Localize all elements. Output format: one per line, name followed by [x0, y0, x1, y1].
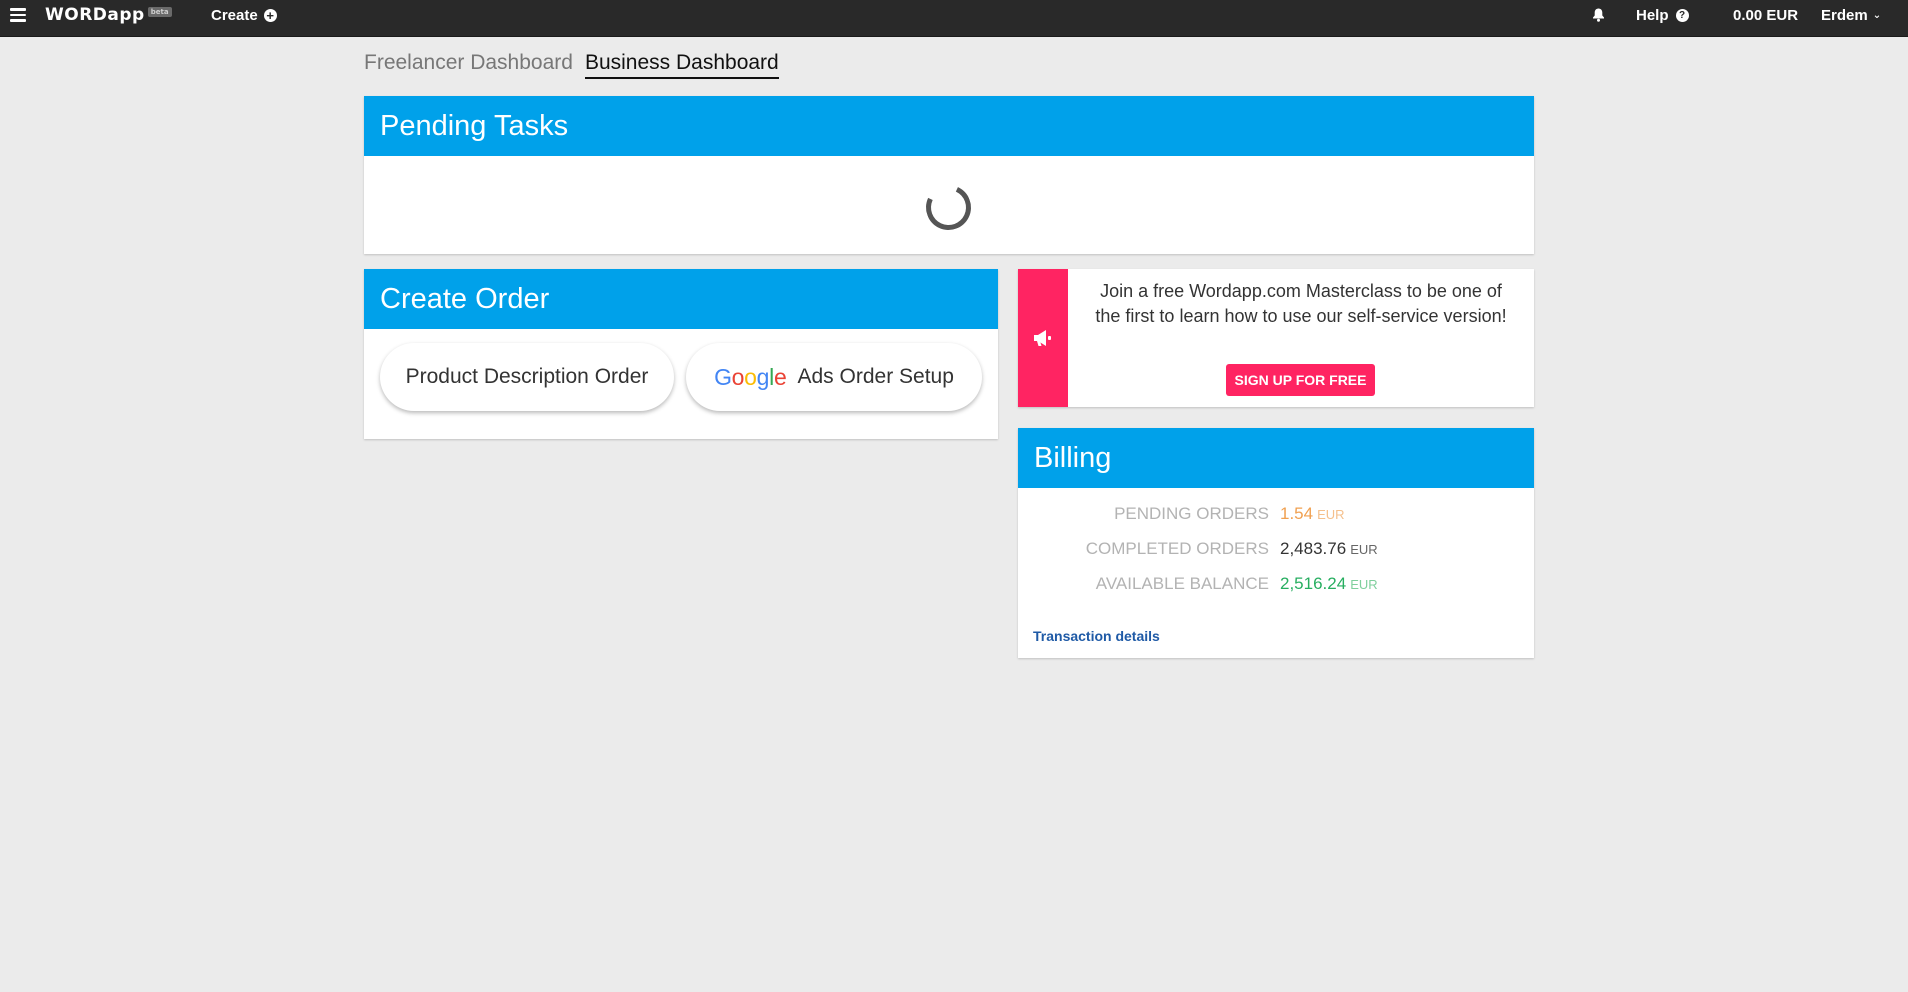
- billing-label: AVAILABLE BALANCE: [1095, 574, 1269, 593]
- transaction-details-link[interactable]: Transaction details: [1033, 628, 1160, 644]
- dashboard-tabs: Freelancer Dashboard Business Dashboard: [364, 51, 779, 79]
- billing-label: COMPLETED ORDERS: [1085, 539, 1269, 558]
- product-description-order-label: Product Description Order: [405, 365, 649, 388]
- create-label: Create: [211, 6, 258, 24]
- pending-tasks-panel: Pending Tasks: [364, 96, 1534, 254]
- top-navbar: WORDapp beta Create + Help ? 0.00 EUR Er…: [0, 0, 1908, 37]
- billing-value-wrap: 2,516.24 EUR: [1280, 574, 1378, 594]
- billing-value: 1.54: [1280, 504, 1314, 523]
- pending-tasks-title: Pending Tasks: [364, 96, 1534, 156]
- billing-panel: Billing PENDING ORDERS 1.54 EUR COMPLETED…: [1018, 428, 1534, 658]
- google-ads-order-label: Ads Order Setup: [797, 365, 954, 388]
- billing-currency: EUR: [1350, 542, 1378, 557]
- sign-up-for-free-button[interactable]: SIGN UP FOR FREE: [1226, 364, 1375, 396]
- masterclass-promo: Join a free Wordapp.com Masterclass to b…: [1018, 269, 1534, 407]
- billing-row-pending-orders: PENDING ORDERS 1.54 EUR: [1018, 504, 1534, 534]
- google-logo: Google: [714, 363, 787, 390]
- billing-currency: EUR: [1317, 507, 1345, 522]
- tab-business-dashboard[interactable]: Business Dashboard: [584, 51, 779, 79]
- billing-row-available-balance: AVAILABLE BALANCE 2,516.24 EUR: [1018, 574, 1534, 604]
- create-menu[interactable]: Create +: [211, 0, 277, 30]
- billing-value: 2,516.24: [1280, 574, 1347, 593]
- help-menu[interactable]: Help ?: [1636, 0, 1689, 30]
- user-name: Erdem: [1821, 6, 1868, 24]
- chevron-down-icon: ⌄: [1872, 9, 1882, 21]
- bell-icon[interactable]: [1590, 0, 1606, 30]
- megaphone-icon: [1034, 330, 1051, 346]
- plus-circle-icon: +: [263, 8, 277, 22]
- promo-message: Join a free Wordapp.com Masterclass to b…: [1095, 281, 1507, 326]
- billing-currency: EUR: [1350, 577, 1378, 592]
- billing-value: 2,483.76: [1280, 539, 1347, 558]
- google-ads-order-button[interactable]: Google Ads Order Setup: [686, 343, 982, 411]
- account-balance[interactable]: 0.00 EUR: [1733, 0, 1798, 30]
- billing-title: Billing: [1018, 428, 1534, 488]
- billing-row-completed-orders: COMPLETED ORDERS 2,483.76 EUR: [1018, 539, 1534, 569]
- billing-value-wrap: 2,483.76 EUR: [1280, 539, 1378, 559]
- logo-text: WORDapp: [45, 5, 145, 25]
- loading-spinner-icon: [919, 178, 978, 237]
- menu-icon[interactable]: [9, 0, 27, 30]
- create-order-panel: Create Order Product Description Order G…: [364, 269, 998, 439]
- user-menu[interactable]: Erdem ⌄: [1821, 0, 1881, 30]
- promo-accent-strip: [1018, 269, 1068, 407]
- billing-label: PENDING ORDERS: [1114, 504, 1269, 523]
- question-circle-icon: ?: [1675, 8, 1689, 22]
- billing-value-wrap: 1.54 EUR: [1280, 504, 1345, 524]
- tab-freelancer-dashboard[interactable]: Freelancer Dashboard: [364, 51, 573, 79]
- create-order-title: Create Order: [364, 269, 998, 329]
- product-description-order-button[interactable]: Product Description Order: [380, 343, 674, 411]
- help-label: Help: [1636, 6, 1669, 24]
- logo-badge: beta: [147, 7, 172, 17]
- logo[interactable]: WORDapp beta: [45, 0, 172, 30]
